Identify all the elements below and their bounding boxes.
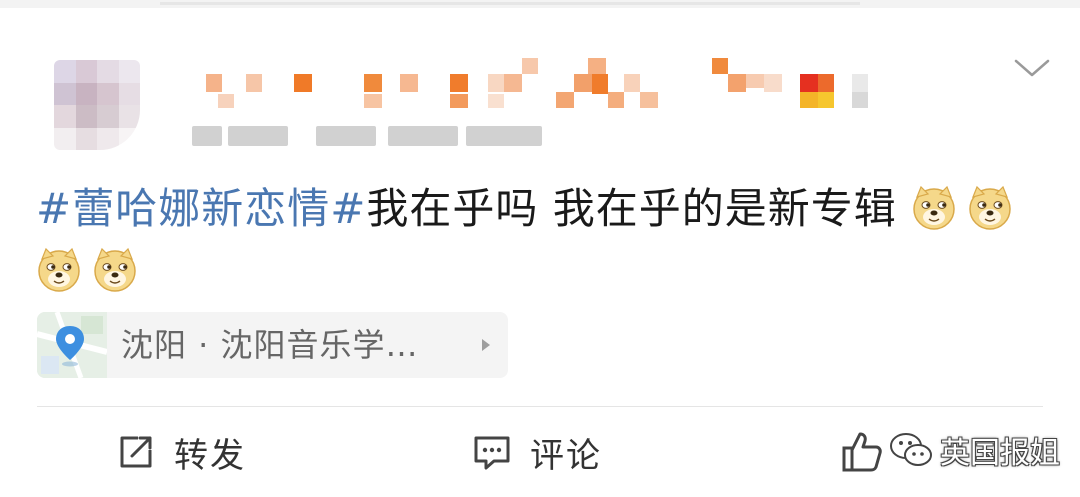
chevron-down-icon[interactable] (1012, 56, 1052, 80)
thumbs-up-icon (842, 432, 882, 472)
username-redacted[interactable] (188, 58, 888, 118)
doge-emoji (911, 185, 957, 231)
watermark-text: 英国报姐 (940, 436, 1060, 471)
doge-emoji (36, 247, 82, 293)
wechat-icon (890, 433, 932, 466)
source-watermark: 英国报姐 (888, 428, 1060, 472)
top-edge-line (160, 2, 860, 5)
post-text: #蕾哈娜新恋情#我在乎吗 我在乎的是新专辑 (36, 178, 1046, 302)
repost-button[interactable]: 转发 (116, 430, 246, 476)
topic-link[interactable]: #蕾哈娜新恋情# (36, 184, 366, 233)
doge-emoji (92, 247, 138, 293)
map-thumbnail (37, 312, 108, 378)
share-icon (120, 436, 152, 468)
post-meta-redacted (192, 122, 552, 150)
repost-label: 转发 (174, 435, 246, 476)
post-body-text: 我在乎吗 我在乎的是新专辑 (366, 184, 897, 233)
avatar[interactable] (54, 60, 140, 150)
location-label: 沈阳 · 沈阳音乐学… (121, 326, 419, 364)
comment-button[interactable]: 评论 (472, 430, 602, 476)
like-button[interactable] (840, 430, 884, 474)
top-edge (0, 0, 1080, 8)
comment-icon (474, 436, 510, 470)
doge-emoji (967, 185, 1013, 231)
location-chip[interactable]: 沈阳 · 沈阳音乐学… (37, 312, 508, 378)
comment-label: 评论 (530, 435, 602, 476)
divider (37, 406, 1043, 407)
chevron-right-icon (482, 339, 490, 351)
